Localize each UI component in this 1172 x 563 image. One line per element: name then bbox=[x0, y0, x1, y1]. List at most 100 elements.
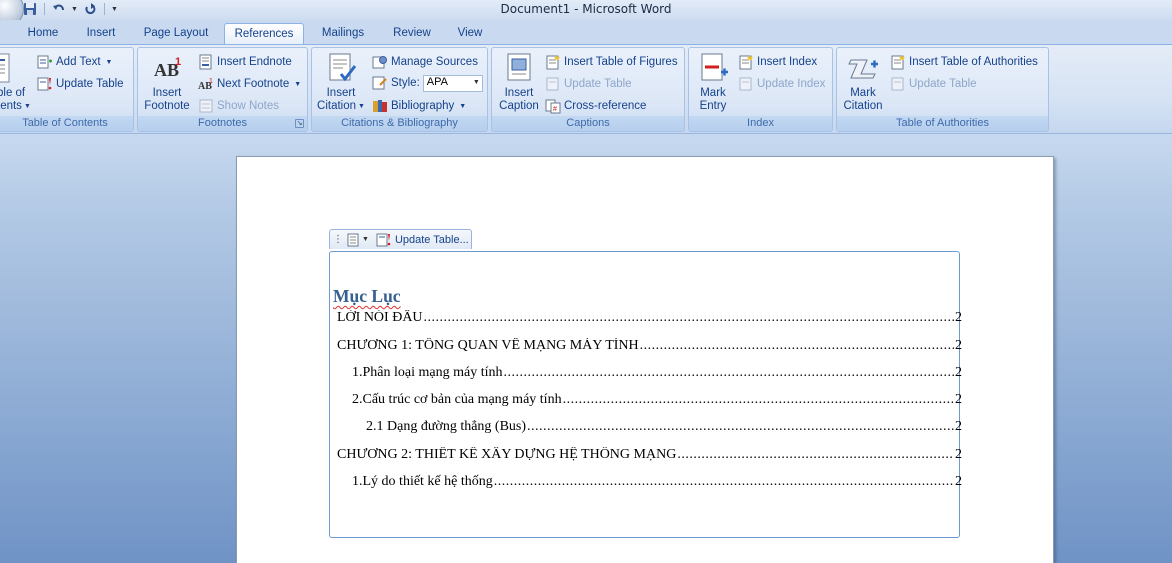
group-label-table-of-contents: Table of Contents bbox=[0, 116, 133, 131]
endnote-icon bbox=[199, 54, 212, 70]
bibliography-button[interactable]: Bibliography ▼ bbox=[372, 97, 466, 115]
chevron-down-icon: ▼ bbox=[362, 236, 369, 243]
chevron-down-icon: ▼ bbox=[23, 103, 31, 110]
style-label: Style: bbox=[391, 77, 420, 89]
tab-view[interactable]: View bbox=[446, 23, 494, 44]
mark-entry-label-2: Entry bbox=[699, 100, 727, 112]
style-select-value: APA bbox=[426, 75, 448, 88]
toc-button-label-2: tents▼ bbox=[0, 100, 31, 113]
table-of-figures-icon bbox=[546, 55, 560, 70]
add-text-label: Add Text bbox=[56, 56, 101, 68]
insert-table-of-authorities-button[interactable]: Insert Table of Authorities bbox=[890, 53, 1038, 71]
mark-citation-label-1: Mark bbox=[850, 87, 876, 99]
toc-entry[interactable]: LỜI NÓI ĐẦU 2 bbox=[337, 310, 962, 328]
svg-text:1: 1 bbox=[209, 78, 213, 85]
style-control: Style: APA ▼ bbox=[372, 74, 483, 92]
ribbon-tabs: Home Insert Page Layout References Maili… bbox=[0, 20, 1172, 44]
toc-entry-page: 2 bbox=[955, 310, 962, 325]
insert-index-label: Insert Index bbox=[757, 56, 818, 68]
toc-leader bbox=[424, 310, 954, 326]
svg-text:#: # bbox=[553, 106, 557, 113]
mark-citation-button[interactable]: Mark Citation bbox=[837, 52, 889, 116]
toc-options-button[interactable]: ▼ bbox=[346, 233, 369, 247]
toc-entry[interactable]: 1.Lý do thiết kế hệ thống 2 bbox=[352, 474, 962, 492]
toc-entry[interactable]: 2.1 Dạng đường thẳng (Bus) 2 bbox=[366, 419, 962, 437]
update-table-button[interactable]: Update Table bbox=[37, 75, 124, 93]
toc-entry-text: 1.Phân loại mạng máy tính bbox=[352, 365, 503, 380]
group-label-table-of-authorities: Table of Authorities bbox=[837, 116, 1048, 131]
update-figures-table-button[interactable]: Update Table bbox=[545, 75, 632, 93]
group-captions: Insert Caption Insert Table of Figures U… bbox=[491, 47, 685, 132]
insert-table-of-authorities-label: Insert Table of Authorities bbox=[909, 56, 1038, 68]
drag-handle-icon[interactable]: ⋮ bbox=[333, 234, 343, 245]
toc-entry[interactable]: CHƯƠNG 2: THIẾT KẾ XÂY DỰNG HỆ THỐNG MẠN… bbox=[337, 447, 962, 465]
table-of-contents-icon bbox=[0, 53, 10, 83]
tab-mailings[interactable]: Mailings bbox=[310, 23, 376, 44]
tab-insert[interactable]: Insert bbox=[74, 23, 128, 44]
insert-footnote-label-2: Footnote bbox=[144, 100, 190, 112]
mark-entry-label-1: Mark bbox=[700, 87, 726, 99]
style-icon bbox=[372, 76, 387, 90]
insert-citation-button[interactable]: Insert Citation ▼ bbox=[314, 52, 368, 116]
update-figures-table-label: Update Table bbox=[564, 78, 632, 90]
footnote-icon: AB 1 bbox=[154, 56, 181, 80]
insert-citation-icon bbox=[329, 53, 357, 82]
tab-page-layout[interactable]: Page Layout bbox=[134, 23, 218, 44]
update-authorities-table-button[interactable]: Update Table bbox=[890, 75, 977, 93]
toc-leader bbox=[640, 338, 954, 354]
add-text-icon bbox=[37, 55, 52, 69]
show-notes-button[interactable]: Show Notes bbox=[198, 97, 279, 115]
insert-index-button[interactable]: Insert Index bbox=[738, 53, 817, 71]
group-label-index: Index bbox=[689, 116, 832, 131]
tab-home[interactable]: Home bbox=[14, 23, 72, 44]
update-index-button[interactable]: Update Index bbox=[738, 75, 825, 93]
toc-entry-page: 2 bbox=[955, 338, 962, 353]
update-authorities-table-label: Update Table bbox=[909, 78, 977, 90]
show-notes-label: Show Notes bbox=[217, 100, 280, 112]
toc-title[interactable]: Mục Lục bbox=[333, 286, 401, 307]
toc-entry-text: 2.1 Dạng đường thẳng (Bus) bbox=[366, 419, 527, 434]
toc-update-table-button[interactable]: Update Table... bbox=[376, 233, 469, 247]
chevron-down-icon: ▼ bbox=[459, 102, 467, 110]
update-table-icon bbox=[37, 77, 52, 91]
bibliography-label: Bibliography bbox=[391, 100, 455, 112]
add-text-button[interactable]: Add Text ▼ bbox=[37, 53, 112, 71]
cross-reference-button[interactable]: # Cross-reference bbox=[545, 97, 646, 115]
update-table-icon bbox=[891, 77, 904, 91]
toc-entry[interactable]: 1.Phân loại mạng máy tính 2 bbox=[352, 365, 962, 383]
window-title: Document1 - Microsoft Word bbox=[500, 2, 672, 16]
insert-index-icon bbox=[739, 55, 753, 70]
svg-text:1: 1 bbox=[175, 56, 181, 68]
toc-entry[interactable]: 2.Cấu trúc cơ bản của mạng máy tính 2 bbox=[352, 392, 962, 410]
toc-button-label-1: ble of bbox=[0, 87, 26, 99]
chevron-down-icon: ▼ bbox=[472, 78, 480, 86]
document-icon bbox=[347, 233, 359, 246]
insert-caption-button[interactable]: Insert Caption bbox=[493, 52, 545, 116]
ribbon: ble of tents▼ Add Text▼ Update Table Tab… bbox=[0, 44, 1172, 134]
next-footnote-button[interactable]: AB 1 Next Footnote ▼ bbox=[198, 75, 301, 93]
mark-entry-button[interactable]: Mark Entry bbox=[689, 52, 737, 116]
footnotes-dialog-launcher[interactable]: ↘ bbox=[295, 119, 304, 128]
group-table-of-authorities: Mark Citation Insert Table of Authoritie… bbox=[836, 47, 1049, 132]
show-notes-icon bbox=[199, 99, 213, 113]
toc-entry-text: LỜI NÓI ĐẦU bbox=[337, 310, 423, 325]
cross-reference-label: Cross-reference bbox=[564, 100, 647, 112]
toc-update-table-label: Update Table... bbox=[394, 233, 469, 246]
toc-leader bbox=[494, 474, 954, 490]
style-select[interactable]: APA ▼ bbox=[422, 74, 483, 92]
manage-sources-button[interactable]: Manage Sources bbox=[372, 53, 478, 71]
insert-endnote-button[interactable]: Insert Endnote bbox=[198, 53, 292, 71]
toc-leader bbox=[527, 419, 954, 435]
bibliography-icon bbox=[373, 100, 387, 112]
table-of-contents-button[interactable]: ble of tents▼ bbox=[0, 52, 35, 116]
tab-review[interactable]: Review bbox=[380, 23, 444, 44]
toc-entry-page: 2 bbox=[955, 419, 962, 434]
tab-references[interactable]: References bbox=[224, 23, 304, 44]
next-footnote-label: Next Footnote bbox=[217, 78, 290, 90]
insert-caption-icon bbox=[507, 53, 531, 81]
insert-citation-label-1: Insert bbox=[326, 87, 356, 99]
insert-table-of-figures-button[interactable]: Insert Table of Figures bbox=[545, 53, 678, 71]
insert-caption-label-1: Insert bbox=[504, 87, 534, 99]
insert-footnote-button[interactable]: AB 1 Insert Footnote bbox=[140, 52, 194, 116]
toc-entry[interactable]: CHƯƠNG 1: TỔNG QUAN VỀ MẠNG MÁY TÍNH 2 bbox=[337, 338, 962, 356]
